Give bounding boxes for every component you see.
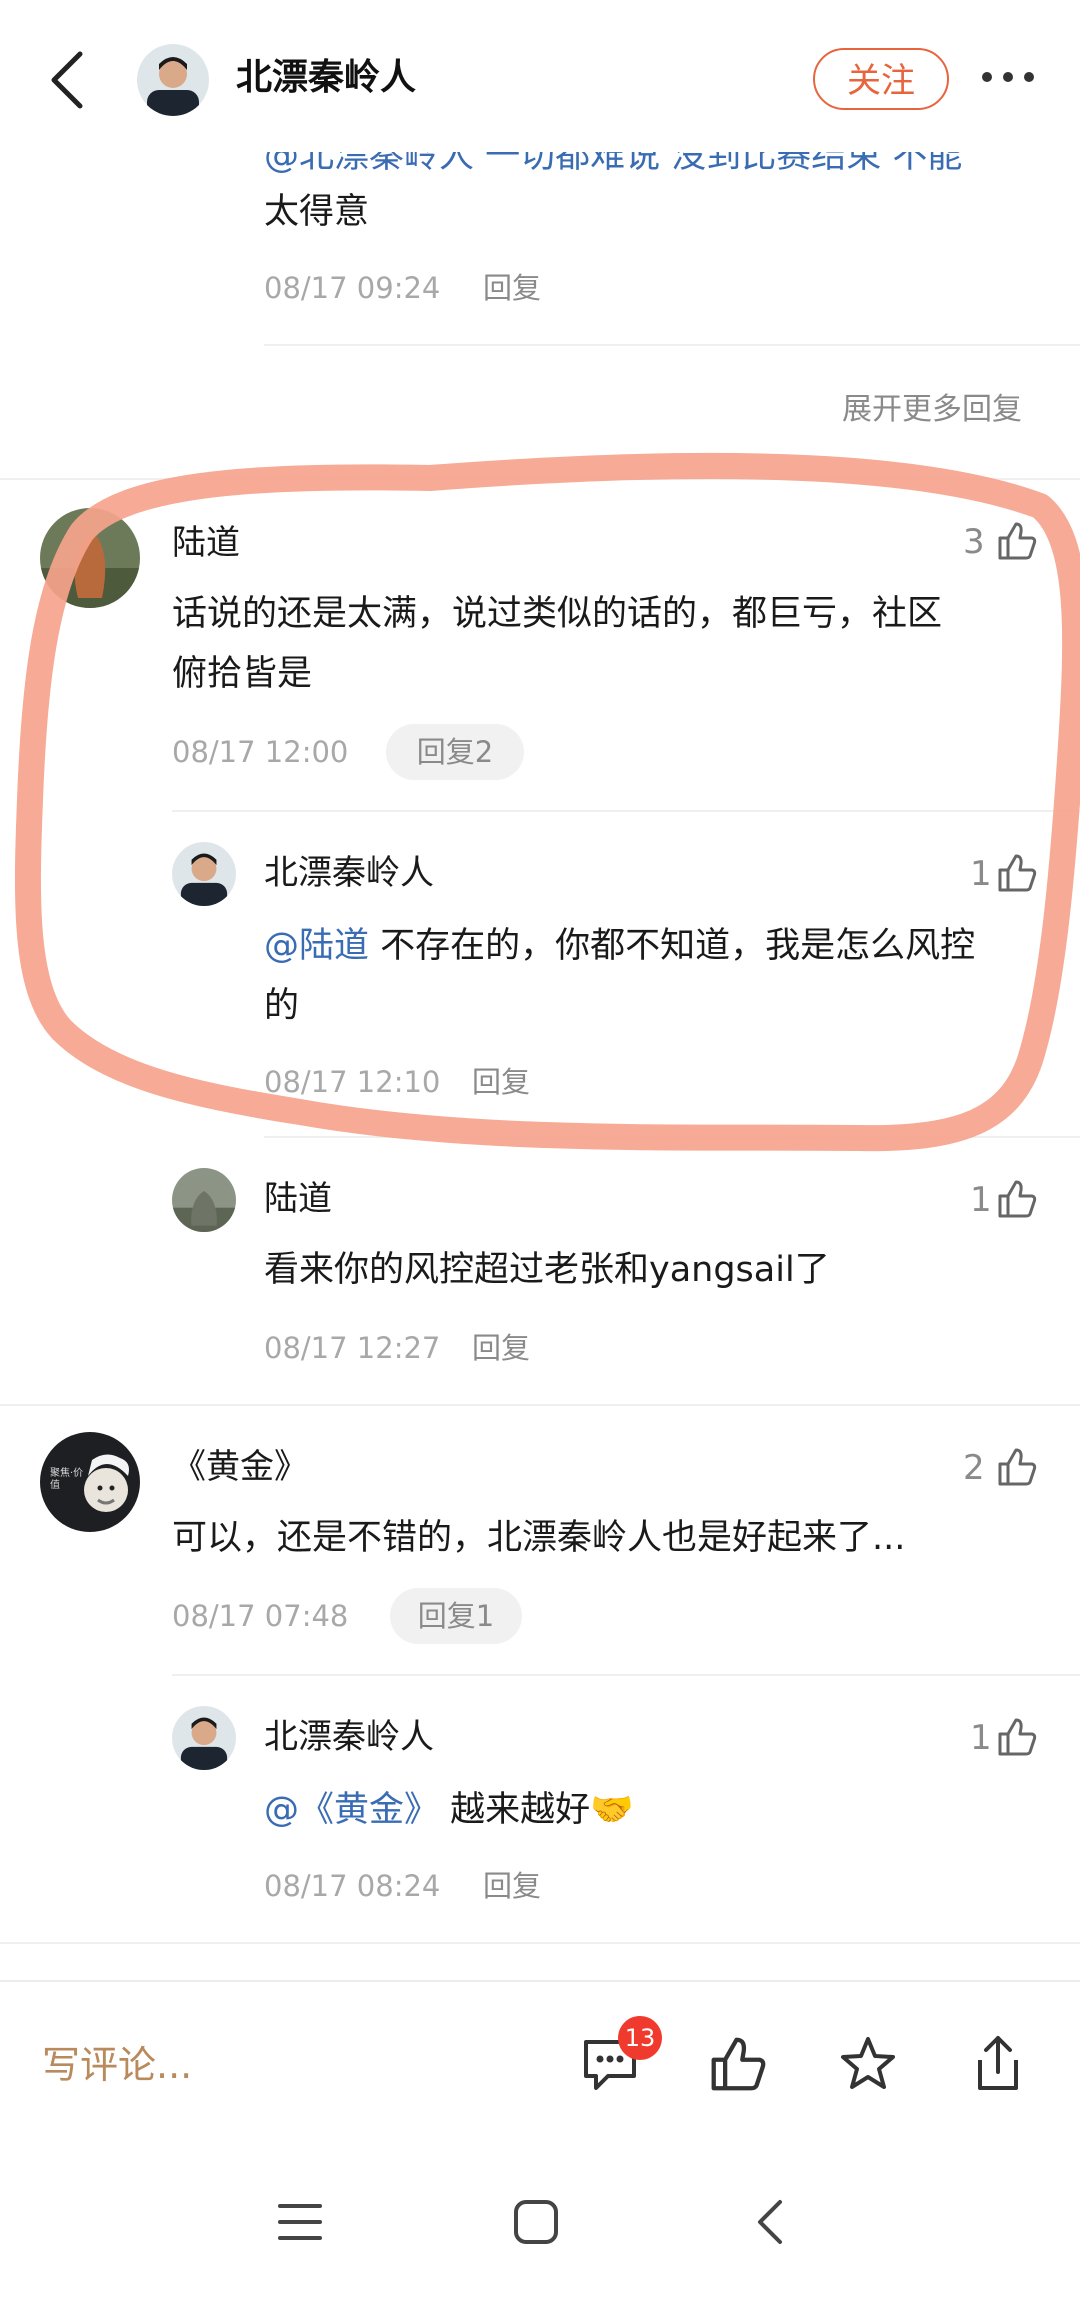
reply-count-button[interactable]: 回复2 — [386, 724, 524, 780]
like-count: 2 — [963, 1448, 985, 1488]
divider — [0, 478, 1080, 480]
comment-time: 08/17 07:48 — [172, 1599, 349, 1633]
comment-author[interactable]: 《黄金》 — [172, 1442, 308, 1492]
reply-text: 看来你的风控超过老张和yangsail了 — [264, 1250, 830, 1290]
reply-button[interactable]: 回复 — [472, 1328, 530, 1368]
follow-button[interactable]: 关注 — [813, 48, 949, 110]
divider — [172, 810, 1080, 812]
comment-author[interactable]: 陆道 — [172, 518, 240, 568]
reply-button[interactable]: 回复 — [483, 1866, 541, 1906]
reply-author[interactable]: 北漂秦岭人 — [264, 1712, 434, 1762]
like-count: 3 — [963, 522, 985, 562]
reply-time: 08/17 09:24 — [264, 271, 441, 305]
divider — [172, 1674, 1080, 1676]
reply-count-button[interactable]: 回复1 — [390, 1588, 522, 1644]
share-icon[interactable] — [968, 2032, 1028, 2094]
page-title: 北漂秦岭人 — [236, 57, 417, 98]
highlight-annotation — [14, 452, 1080, 1152]
reply-text: @《黄金》 越来越好🤝 — [264, 1790, 634, 1830]
reply-button[interactable]: 回复 — [472, 1062, 530, 1102]
reply-button[interactable]: 回复 — [483, 268, 541, 308]
reply-text: @陆道 不存在的，你都不知道，我是怎么风控 — [264, 926, 976, 966]
header-avatar[interactable] — [137, 44, 209, 116]
avatar-text: 聚焦·价值 — [50, 1468, 84, 1491]
reply-author[interactable]: 北漂秦岭人 — [264, 848, 434, 898]
thumb-up-icon[interactable] — [996, 1716, 1038, 1758]
back-icon[interactable] — [48, 50, 88, 110]
comment-count-badge: 13 — [618, 2016, 662, 2060]
like-count: 1 — [970, 1718, 992, 1758]
nav-back-icon[interactable] — [754, 2198, 784, 2246]
comment-text: 可以，还是不错的，北漂秦岭人也是好起来了... — [172, 1518, 906, 1558]
reply-text-cont: 太得意 — [264, 192, 370, 232]
reply-author[interactable]: 陆道 — [264, 1174, 332, 1224]
mention-link[interactable]: @《黄金》 — [264, 1790, 439, 1830]
thumb-up-icon[interactable] — [996, 520, 1038, 562]
write-comment-input[interactable]: 写评论... — [42, 2040, 192, 2090]
thumb-up-icon[interactable] — [996, 852, 1038, 894]
avatar[interactable] — [40, 508, 140, 608]
expand-more-replies[interactable]: 展开更多回复 — [842, 390, 1022, 430]
reply-text-cont: 的 — [264, 986, 300, 1026]
reply-time: 08/17 12:27 — [264, 1331, 441, 1365]
star-icon[interactable] — [838, 2034, 898, 2094]
avatar[interactable] — [172, 1706, 236, 1770]
avatar[interactable] — [172, 842, 236, 906]
thumb-up-icon[interactable] — [996, 1178, 1038, 1220]
divider — [264, 1136, 1080, 1138]
divider — [0, 1942, 1080, 1944]
mention-link[interactable]: @陆道 — [264, 926, 369, 966]
thumb-up-icon[interactable] — [708, 2034, 768, 2094]
like-count: 1 — [970, 854, 992, 894]
menu-icon[interactable] — [278, 2202, 322, 2242]
comment-text: 话说的还是太满，说过类似的话的，都巨亏，社区 — [172, 594, 943, 634]
reply-time: 08/17 12:10 — [264, 1065, 441, 1099]
more-icon[interactable] — [980, 70, 1036, 84]
comment-text-cont: 俯拾皆是 — [172, 654, 313, 694]
divider — [264, 344, 1080, 346]
reply-time: 08/17 08:24 — [264, 1869, 441, 1903]
comment-time: 08/17 12:00 — [172, 735, 349, 769]
home-icon[interactable] — [512, 2198, 560, 2246]
avatar[interactable] — [172, 1168, 236, 1232]
divider — [0, 1404, 1080, 1406]
like-count: 1 — [970, 1180, 992, 1220]
thumb-up-icon[interactable] — [996, 1446, 1038, 1488]
